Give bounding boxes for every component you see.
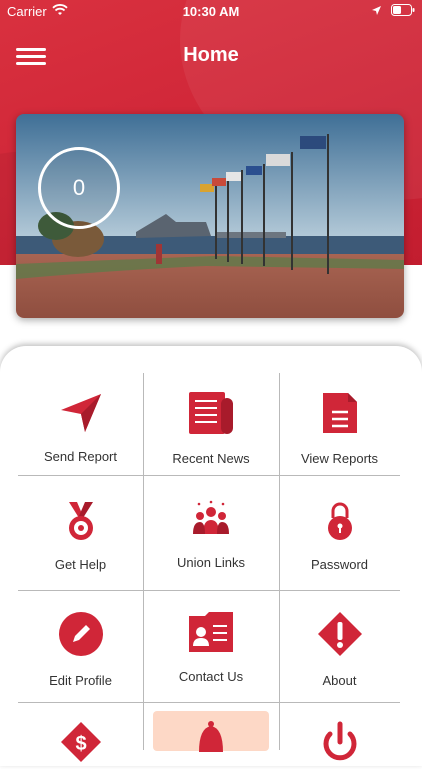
lock-icon xyxy=(325,500,355,547)
status-bar: Carrier 10:30 AM xyxy=(0,0,422,22)
send-report-button[interactable]: Send Report xyxy=(18,390,143,464)
power-icon xyxy=(318,720,362,769)
group-icon xyxy=(191,500,231,545)
report-counter: 0 xyxy=(38,147,120,229)
document-icon xyxy=(320,390,360,441)
newspaper-icon xyxy=(187,390,235,441)
alert-icon xyxy=(316,610,364,663)
menu-label: Password xyxy=(310,557,369,572)
menu-label: Edit Profile xyxy=(49,673,112,688)
send-icon xyxy=(59,390,103,439)
grid-divider xyxy=(18,590,400,591)
edit-profile-button[interactable]: Edit Profile xyxy=(18,610,143,688)
get-help-button[interactable]: Get Help xyxy=(18,500,143,572)
view-reports-button[interactable]: View Reports xyxy=(279,390,400,466)
about-button[interactable]: About xyxy=(279,610,400,688)
bell-icon xyxy=(189,718,233,767)
pencil-icon xyxy=(57,610,105,663)
menu-label: Contact Us xyxy=(178,669,244,684)
menu-label: Union Links xyxy=(177,555,245,570)
union-links-button[interactable]: Union Links xyxy=(143,500,279,570)
logout-button[interactable] xyxy=(279,720,400,769)
menu-label: View Reports xyxy=(300,451,379,466)
password-button[interactable]: Password xyxy=(279,500,400,572)
menu-label: Send Report xyxy=(44,449,117,464)
contact-us-button[interactable]: Contact Us xyxy=(143,610,279,684)
contact-card-icon xyxy=(187,610,235,659)
menu-label: Recent News xyxy=(172,451,250,466)
location-icon xyxy=(371,4,382,19)
grid-divider xyxy=(18,702,400,703)
grid-divider xyxy=(18,475,400,476)
clock: 10:30 AM xyxy=(182,4,240,19)
medal-icon xyxy=(65,500,97,547)
recent-news-button[interactable]: Recent News xyxy=(143,390,279,466)
menu-label: About xyxy=(322,673,357,688)
dues-button[interactable]: $ xyxy=(18,720,143,769)
svg-text:$: $ xyxy=(75,733,86,755)
dollar-tag-icon: $ xyxy=(59,720,103,769)
notifications-button[interactable] xyxy=(143,718,279,767)
page-title: Home xyxy=(183,44,239,66)
menu-label: Get Help xyxy=(54,557,107,572)
battery-icon xyxy=(391,4,415,19)
